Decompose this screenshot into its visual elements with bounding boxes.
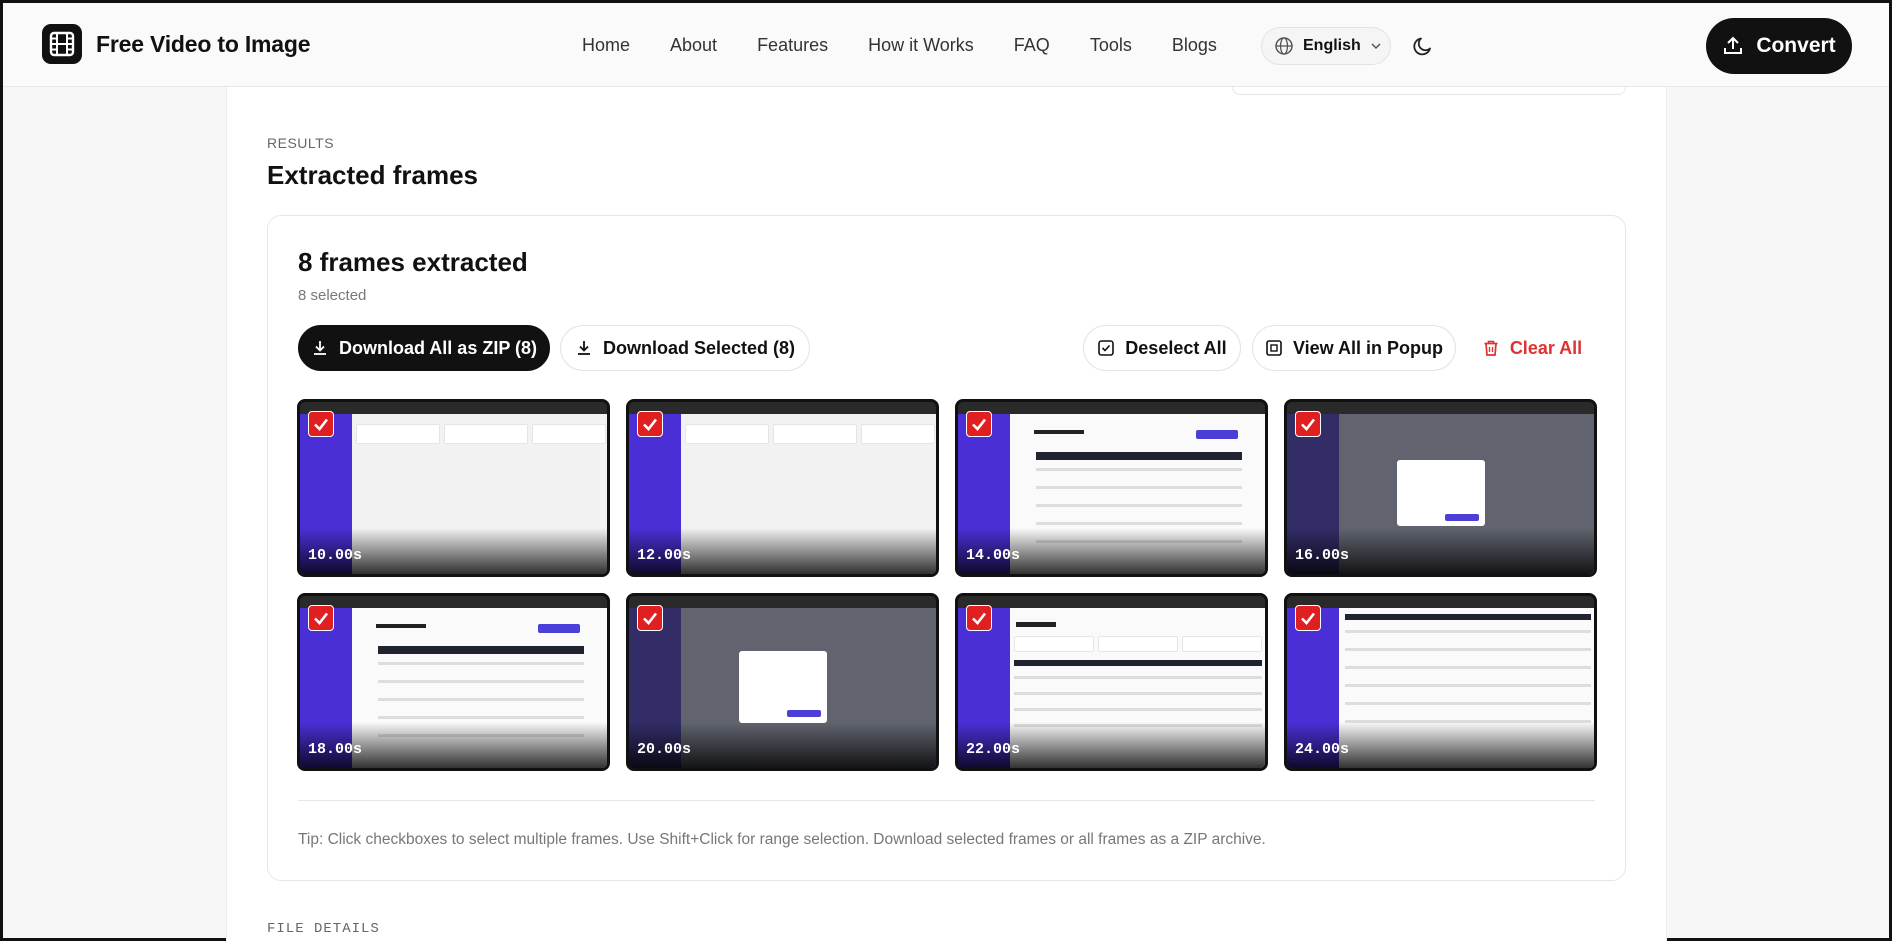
frame-timestamp: 24.00s [1295,741,1350,758]
frame-card-7[interactable]: 22.00s [955,593,1268,771]
top-navbar: Free Video to Image Home About Features … [3,3,1889,87]
convert-button[interactable]: Convert [1706,18,1852,74]
frame-card-2[interactable]: 12.00s [626,399,939,577]
check-icon [643,418,658,431]
nav-tools[interactable]: Tools [1090,35,1132,56]
download-selected-label: Download Selected (8) [602,337,796,358]
frame-card-3[interactable]: 14.00s [955,399,1268,577]
frame-timestamp: 12.00s [637,547,692,564]
download-all-label: Download All as ZIP (8) [338,337,538,358]
download-icon [313,341,326,355]
tip-text: Tip: Click checkboxes to select multiple… [298,831,1266,848]
frame-checkbox[interactable] [637,411,663,437]
deselect-all-label: Deselect All [1125,337,1227,358]
clear-all-label: Clear All [1509,337,1583,358]
frame-checkbox[interactable] [637,605,663,631]
section-label: RESULTS [267,135,335,151]
main-nav: Home About Features How it Works FAQ Too… [582,3,1257,87]
divider [298,800,1595,801]
frame-card-8[interactable]: 24.00s [1284,593,1597,771]
nav-how-it-works[interactable]: How it Works [868,35,974,56]
previous-section-edge [1232,87,1626,95]
frame-card-6[interactable]: 20.00s [626,593,939,771]
frame-timestamp: 20.00s [637,741,692,758]
frames-count: 8 frames extracted [298,247,528,277]
frame-checkbox[interactable] [966,605,992,631]
frame-timestamp: 14.00s [966,547,1021,564]
clear-all-button[interactable]: Clear All [1469,325,1595,371]
check-icon [972,612,987,625]
popup-window-icon [1266,340,1282,356]
language-selector[interactable]: English [1261,27,1391,65]
chevron-down-icon [1371,43,1381,50]
moon-icon[interactable] [1411,34,1435,58]
check-icon [314,612,329,625]
film-icon [42,24,82,64]
frame-card-4[interactable]: 16.00s [1284,399,1597,577]
download-icon [577,341,590,355]
frame-timestamp: 10.00s [308,547,363,564]
brand-name: Free Video to Image [96,30,311,57]
check-icon [643,612,658,625]
nav-faq[interactable]: FAQ [1014,35,1050,56]
nav-home[interactable]: Home [582,35,630,56]
selected-count: 8 selected [298,287,367,304]
nav-features[interactable]: Features [757,35,828,56]
brand[interactable]: Free Video to Image [42,24,311,64]
frame-checkbox[interactable] [308,411,334,437]
section-title: Extracted frames [267,160,478,190]
frame-checkbox[interactable] [308,605,334,631]
frame-timestamp: 22.00s [966,741,1021,758]
download-selected-button[interactable]: Download Selected (8) [560,325,810,371]
frame-card-1[interactable]: 10.00s [297,399,610,577]
check-icon [1301,612,1316,625]
convert-label: Convert [1756,34,1836,57]
frame-checkbox[interactable] [1295,411,1321,437]
deselect-all-button[interactable]: Deselect All [1083,325,1241,371]
view-popup-label: View All in Popup [1292,337,1443,358]
frame-timestamp: 18.00s [308,741,363,758]
check-icon [972,418,987,431]
language-label: English [1303,37,1361,54]
checkbox-checked-icon [1098,340,1115,356]
frame-checkbox[interactable] [1295,605,1321,631]
frame-timestamp: 16.00s [1295,547,1350,564]
check-icon [314,418,329,431]
frame-card-5[interactable]: 18.00s [297,593,610,771]
trash-icon [1484,340,1498,356]
globe-icon [1275,37,1293,55]
check-icon [1301,418,1316,431]
frame-checkbox[interactable] [966,411,992,437]
nav-blogs[interactable]: Blogs [1172,35,1217,56]
nav-about[interactable]: About [670,35,717,56]
view-all-popup-button[interactable]: View All in Popup [1252,325,1456,371]
file-details-label: FILE DETAILS [267,921,380,937]
download-all-zip-button[interactable]: Download All as ZIP (8) [298,325,550,371]
upload-icon [1724,36,1743,54]
